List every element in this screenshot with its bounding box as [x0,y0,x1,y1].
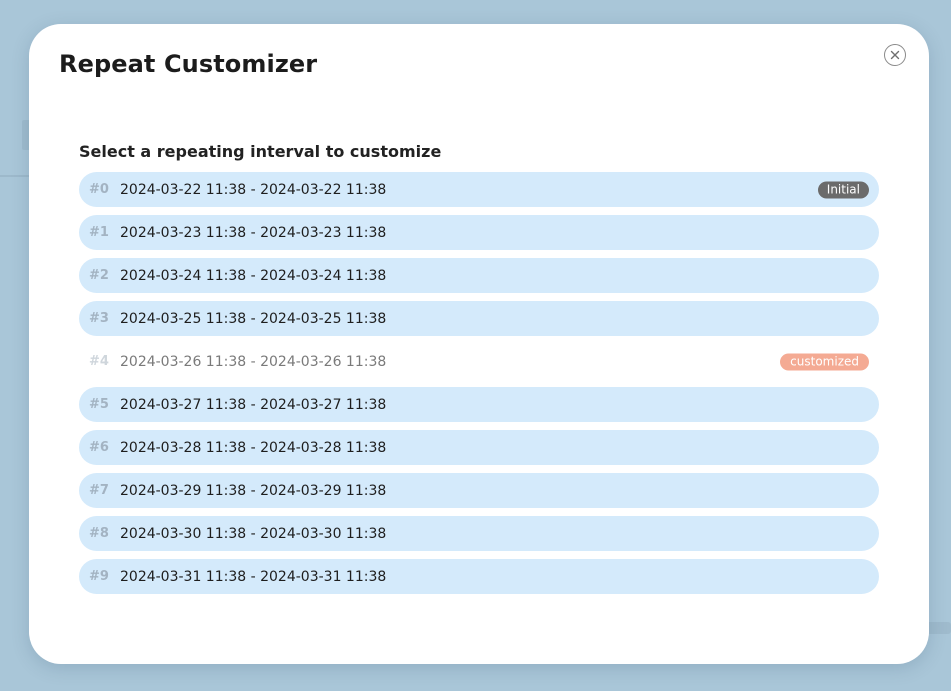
interval-index: #0 [89,182,109,197]
interval-index: #7 [89,483,109,498]
interval-range: 2024-03-25 11:38 - 2024-03-25 11:38 [120,310,387,327]
interval-range: 2024-03-26 11:38 - 2024-03-26 11:38 [120,353,387,370]
interval-row-4[interactable]: #4 2024-03-26 11:38 - 2024-03-26 11:38 c… [79,344,879,379]
interval-range: 2024-03-27 11:38 - 2024-03-27 11:38 [120,396,387,413]
interval-row-8[interactable]: #8 2024-03-30 11:38 - 2024-03-30 11:38 [79,516,879,551]
interval-index: #4 [89,354,109,369]
customized-badge: customized [780,353,869,370]
interval-range: 2024-03-23 11:38 - 2024-03-23 11:38 [120,224,387,241]
interval-range: 2024-03-29 11:38 - 2024-03-29 11:38 [120,482,387,499]
interval-range: 2024-03-28 11:38 - 2024-03-28 11:38 [120,439,387,456]
interval-index: #6 [89,440,109,455]
interval-range: 2024-03-31 11:38 - 2024-03-31 11:38 [120,568,387,585]
interval-row-2[interactable]: #2 2024-03-24 11:38 - 2024-03-24 11:38 [79,258,879,293]
initial-badge: Initial [817,181,869,198]
interval-row-9[interactable]: #9 2024-03-31 11:38 - 2024-03-31 11:38 [79,559,879,594]
close-icon [890,50,900,60]
interval-row-1[interactable]: #1 2024-03-23 11:38 - 2024-03-23 11:38 [79,215,879,250]
repeat-customizer-dialog: Repeat Customizer Select a repeating int… [29,24,929,664]
interval-index: #2 [89,268,109,283]
interval-index: #1 [89,225,109,240]
interval-range: 2024-03-24 11:38 - 2024-03-24 11:38 [120,267,387,284]
interval-range: 2024-03-22 11:38 - 2024-03-22 11:38 [120,181,387,198]
interval-row-5[interactable]: #5 2024-03-27 11:38 - 2024-03-27 11:38 [79,387,879,422]
interval-index: #3 [89,311,109,326]
dialog-title: Repeat Customizer [59,50,318,78]
section-label: Select a repeating interval to customize [79,142,442,161]
close-button[interactable] [884,44,906,66]
interval-row-0[interactable]: #0 2024-03-22 11:38 - 2024-03-22 11:38 I… [79,172,879,207]
interval-index: #5 [89,397,109,412]
interval-index: #8 [89,526,109,541]
interval-row-6[interactable]: #6 2024-03-28 11:38 - 2024-03-28 11:38 [79,430,879,465]
interval-row-3[interactable]: #3 2024-03-25 11:38 - 2024-03-25 11:38 [79,301,879,336]
interval-list: #0 2024-03-22 11:38 - 2024-03-22 11:38 I… [79,172,879,602]
interval-range: 2024-03-30 11:38 - 2024-03-30 11:38 [120,525,387,542]
interval-row-7[interactable]: #7 2024-03-29 11:38 - 2024-03-29 11:38 [79,473,879,508]
interval-index: #9 [89,569,109,584]
